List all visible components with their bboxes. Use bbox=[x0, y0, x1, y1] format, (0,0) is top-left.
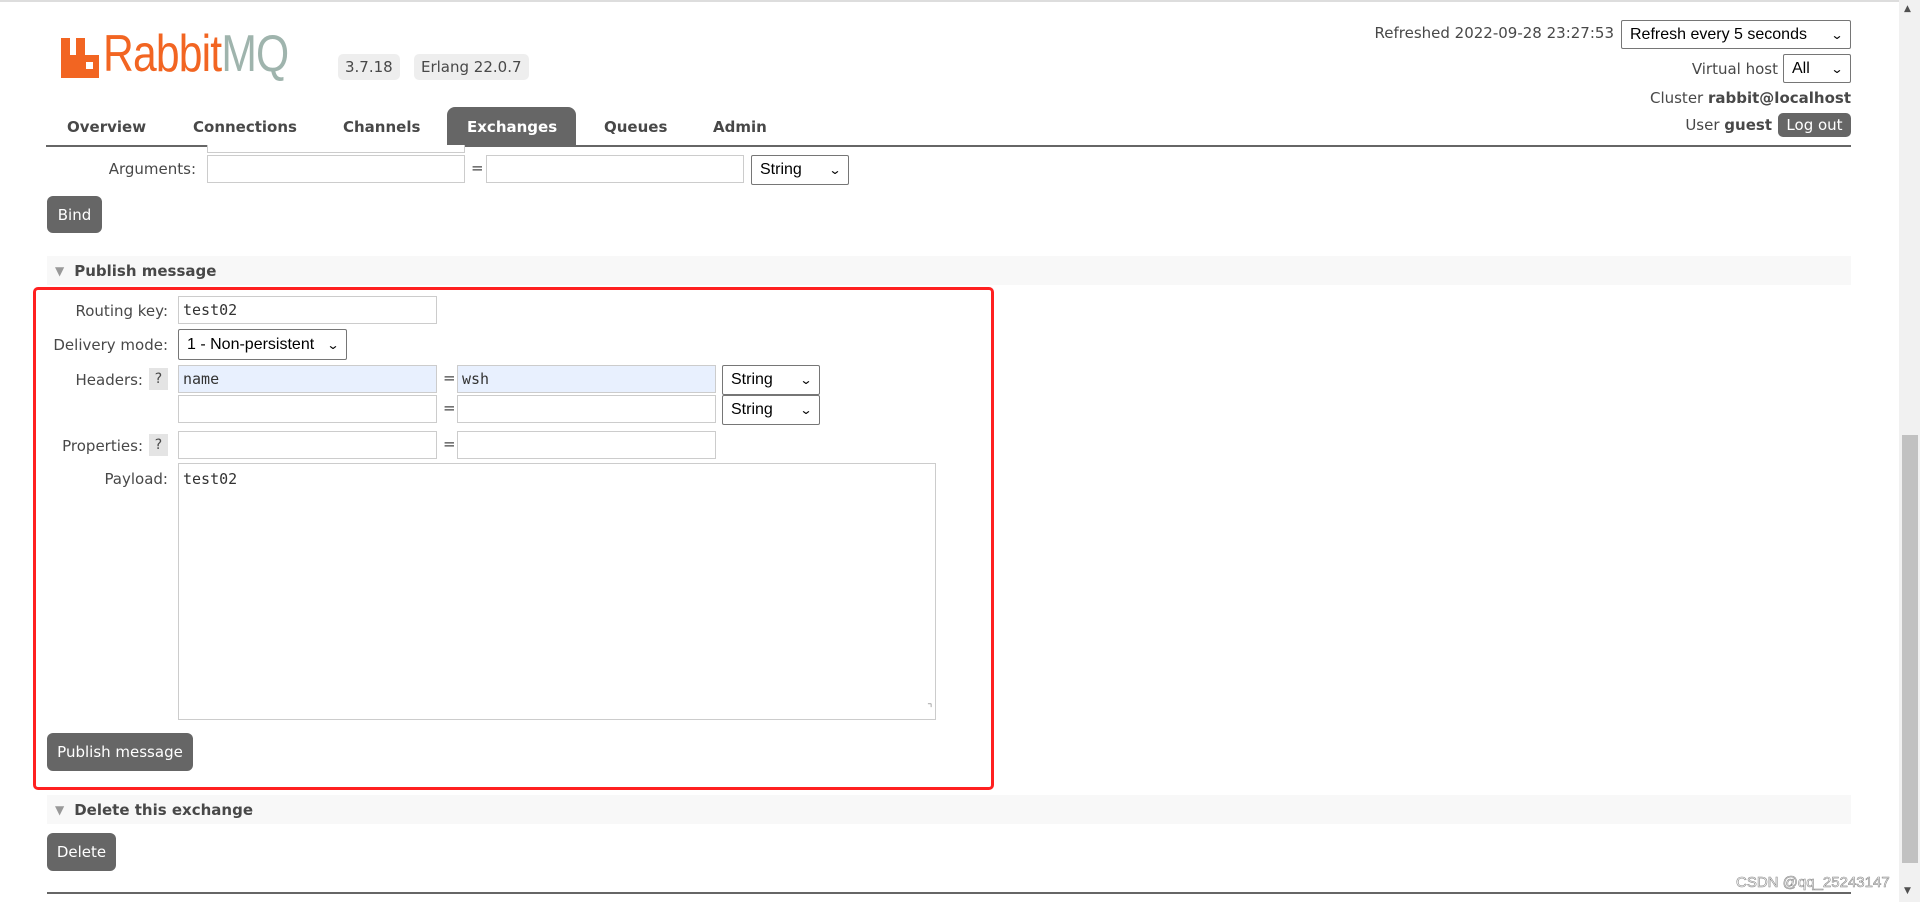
tab-overview[interactable]: Overview bbox=[47, 107, 166, 145]
scroll-up-arrow-icon[interactable]: ▲ bbox=[1904, 4, 1911, 14]
virtual-host-label: Virtual host bbox=[1691, 60, 1778, 78]
user-info: User guest bbox=[1685, 116, 1772, 134]
highlight-box bbox=[33, 287, 994, 790]
argument-key-input[interactable] bbox=[207, 155, 465, 183]
collapse-triangle-icon: ▼ bbox=[55, 802, 65, 817]
user-label: User bbox=[1685, 116, 1720, 134]
top-border bbox=[0, 0, 1920, 2]
collapse-triangle-icon: ▼ bbox=[55, 263, 65, 278]
cluster-label: Cluster bbox=[1649, 89, 1704, 107]
partial-input[interactable] bbox=[207, 145, 465, 153]
logo-text-rabbit: Rabbit bbox=[103, 25, 222, 83]
argument-type-select[interactable]: String ⌄ bbox=[751, 155, 849, 185]
erlang-badge: Erlang 22.0.7 bbox=[414, 54, 529, 80]
watermark: CSDN @qq_25243147 bbox=[1736, 874, 1890, 892]
delete-exchange-title: Delete this exchange bbox=[74, 800, 254, 819]
cluster-name: rabbit@localhost bbox=[1708, 89, 1851, 107]
rabbit-icon bbox=[61, 38, 99, 78]
publish-message-section-header[interactable]: ▼ Publish message bbox=[47, 256, 1851, 285]
refresh-interval-select[interactable]: Refresh every 5 seconds ⌄ bbox=[1621, 20, 1851, 49]
version-badge: 3.7.18 bbox=[338, 54, 400, 80]
chevron-down-icon: ⌄ bbox=[828, 163, 842, 177]
scrollbar-thumb[interactable] bbox=[1902, 435, 1918, 863]
tab-channels[interactable]: Channels bbox=[323, 107, 440, 145]
virtual-host-value: All bbox=[1792, 59, 1810, 77]
argument-type-value: String bbox=[760, 161, 802, 178]
user-name: guest bbox=[1724, 116, 1772, 134]
virtual-host-select[interactable]: All ⌄ bbox=[1783, 54, 1851, 83]
tab-connections[interactable]: Connections bbox=[173, 107, 317, 145]
delete-button[interactable]: Delete bbox=[47, 833, 116, 871]
tab-queues[interactable]: Queues bbox=[584, 107, 687, 145]
scroll-down-arrow-icon[interactable]: ▼ bbox=[1904, 886, 1911, 896]
tab-exchanges[interactable]: Exchanges bbox=[447, 107, 576, 145]
refreshed-timestamp: Refreshed 2022-09-28 23:27:53 bbox=[1374, 24, 1614, 42]
refresh-interval-value: Refresh every 5 seconds bbox=[1630, 25, 1807, 43]
chevron-down-icon: ⌄ bbox=[1830, 61, 1844, 76]
footer-divider bbox=[47, 892, 1851, 894]
equals-sign: = bbox=[471, 159, 484, 177]
chevron-down-icon: ⌄ bbox=[1830, 27, 1844, 42]
tab-admin[interactable]: Admin bbox=[693, 107, 787, 145]
bind-button[interactable]: Bind bbox=[47, 196, 102, 233]
publish-message-title: Publish message bbox=[74, 261, 217, 280]
argument-value-input[interactable] bbox=[486, 155, 744, 183]
arguments-label: Arguments: bbox=[108, 160, 196, 178]
cluster-info: Cluster rabbit@localhost bbox=[1650, 89, 1851, 107]
delete-exchange-section-header[interactable]: ▼ Delete this exchange bbox=[47, 795, 1851, 824]
logo-text-mq: MQ bbox=[221, 25, 289, 83]
rabbitmq-logo: RabbitMQ bbox=[61, 28, 329, 80]
logout-button[interactable]: Log out bbox=[1778, 113, 1851, 137]
